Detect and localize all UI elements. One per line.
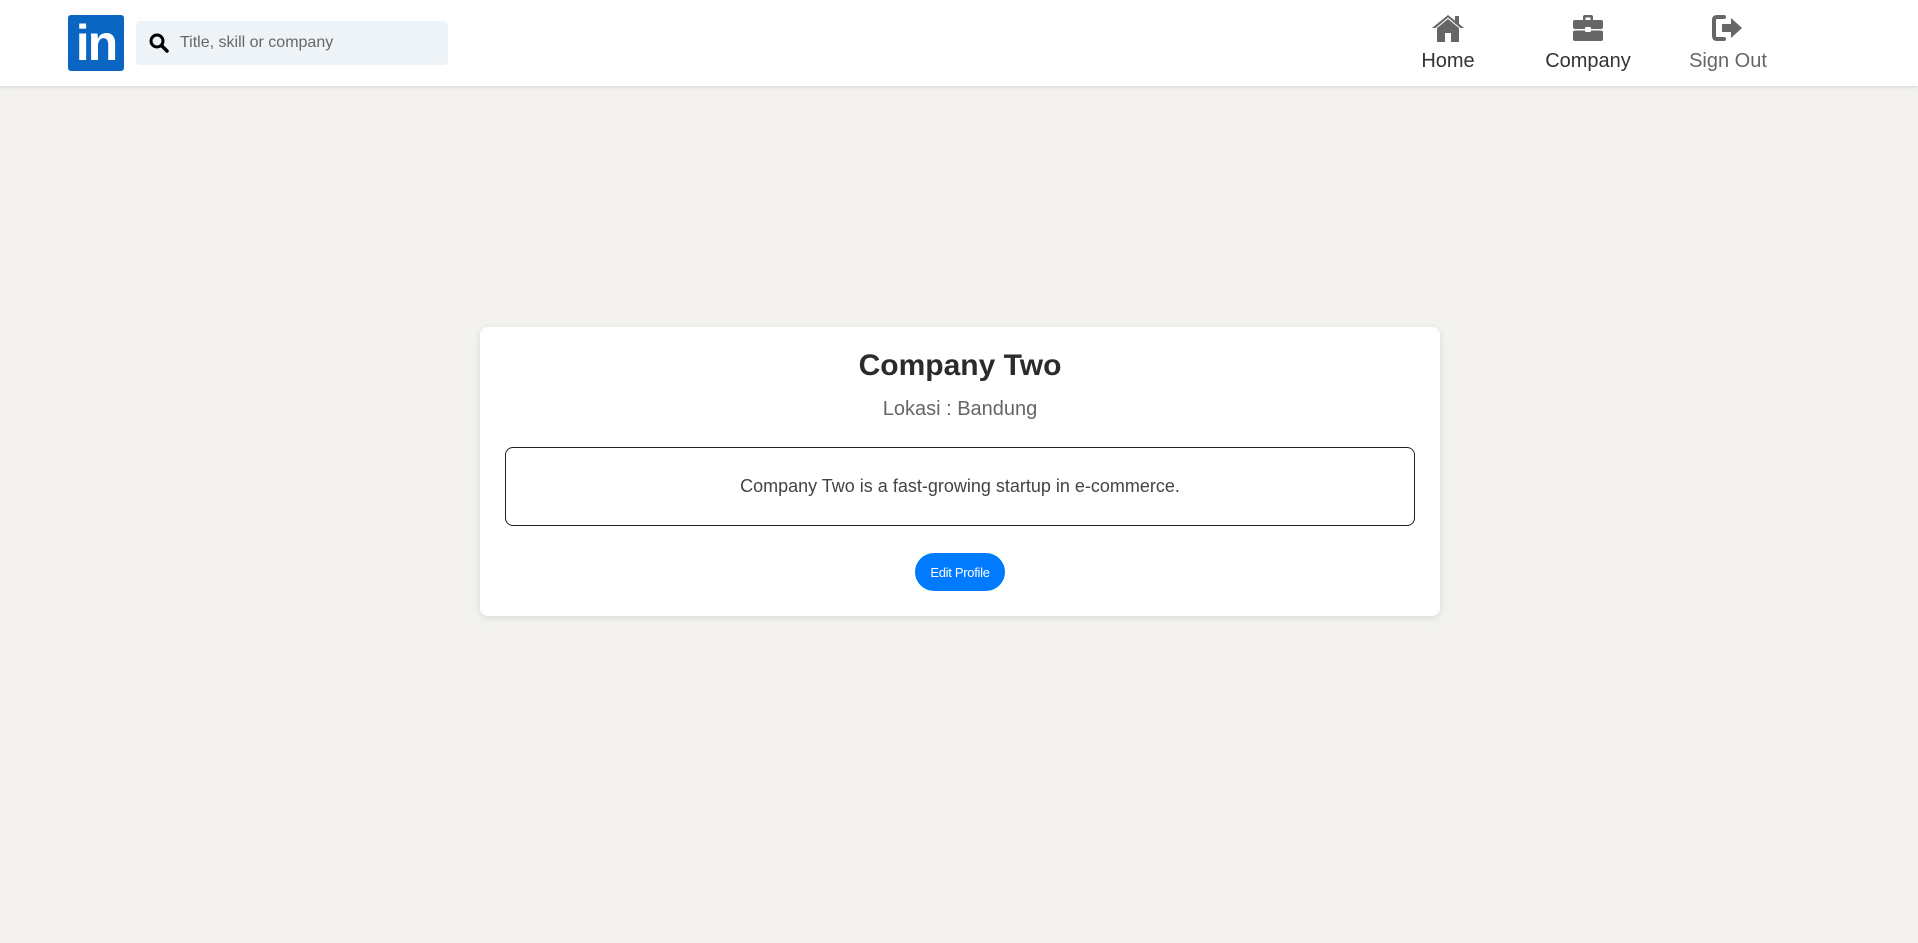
company-description: Company Two is a fast-growing startup in… <box>505 447 1415 526</box>
location-separator: : <box>946 398 952 420</box>
nav-label-sign-out: Sign Out <box>1689 50 1767 72</box>
home-icon <box>1430 12 1466 44</box>
nav-menu: Home Company Sign Out <box>1390 12 1788 73</box>
location-value: Bandung <box>957 398 1038 420</box>
briefcase-icon <box>1572 12 1604 44</box>
company-name: Company Two <box>858 349 1062 382</box>
nav-item-company[interactable]: Company <box>1514 12 1662 73</box>
sign-out-icon <box>1711 12 1745 44</box>
edit-profile-button[interactable]: Edit Profile <box>915 553 1005 591</box>
search-bar <box>136 21 448 65</box>
top-navbar: in Home <box>0 0 1918 86</box>
nav-label-home: Home <box>1421 50 1475 72</box>
nav-label-company: Company <box>1545 50 1631 72</box>
nav-item-home[interactable]: Home <box>1390 12 1506 73</box>
search-icon <box>148 32 170 54</box>
linkedin-logo[interactable]: in <box>68 15 124 71</box>
company-profile-card: Company Two Lokasi : Bandung Company Two… <box>480 327 1440 616</box>
company-location: Lokasi : Bandung <box>480 398 1440 421</box>
description-text: Company Two is a fast-growing startup in… <box>740 476 1180 496</box>
search-input[interactable] <box>178 33 442 53</box>
nav-item-sign-out[interactable]: Sign Out <box>1668 12 1788 73</box>
location-label: Lokasi <box>882 398 941 420</box>
